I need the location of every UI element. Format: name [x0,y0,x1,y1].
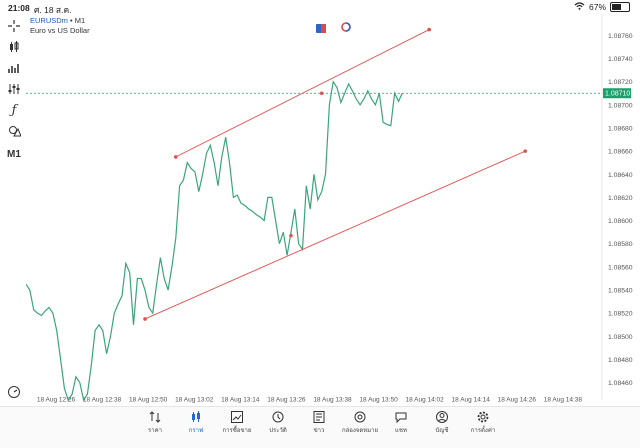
x-tick-label: 18 Aug 12:38 [83,397,122,404]
news-icon [313,411,325,423]
nav-mailbox[interactable]: กล่องจดหมาย [340,409,380,445]
settings-sliders-icon[interactable] [6,81,22,97]
nav-label: แชท [395,428,407,434]
y-tick-label: 1.08460 [608,380,633,387]
battery-icon [610,2,630,12]
nav-account[interactable]: บัญชี [422,409,462,445]
nav-label: ประวัติ [269,428,287,434]
x-tick-label: 18 Aug 13:38 [313,397,352,404]
y-tick-label: 1.08660 [608,149,633,156]
timeframe-label[interactable]: M1 [6,146,22,162]
x-tick-label: 18 Aug 13:26 [267,397,306,404]
crosshair-icon[interactable] [6,18,22,34]
settings-icon [477,411,489,423]
nav-label: บัญชี [435,428,449,434]
y-tick-label: 1.08680 [608,125,633,132]
y-tick-label: 1.08740 [608,56,633,63]
x-tick-label: 18 Aug 13:14 [221,397,260,404]
chart-icon [192,411,200,422]
x-tick-label: 18 Aug 13:02 [175,397,214,404]
nav-label: กราฟ [188,428,204,434]
channel-anchor-point[interactable] [427,27,432,32]
nav-label: การตั้งค่า [470,428,496,434]
account-icon [436,411,448,423]
nav-label: การซื้อขาย [222,428,252,434]
current-price-tag: 1.08710 [603,88,631,99]
channel-lines[interactable] [143,27,527,321]
y-tick-label: 1.08600 [608,218,633,225]
nav-settings[interactable]: การตั้งค่า [463,409,503,445]
objects-icon[interactable] [6,123,22,139]
y-tick-label: 1.08520 [608,311,633,318]
y-tick-label: 1.08540 [608,288,633,295]
y-tick-label: 1.08560 [608,264,633,271]
nav-history[interactable]: ประวัติ [258,409,298,445]
channel-anchor-point[interactable] [289,233,293,238]
nav-label: ราคา [148,428,162,434]
channel-anchor-point[interactable] [319,91,324,96]
function-icon[interactable]: ƒ [6,102,22,118]
y-tick-label: 1.08480 [608,357,633,364]
y-tick-label: 1.08720 [608,79,633,86]
nav-label: ข่าว [313,428,325,434]
x-tick-label: 18 Aug 14:14 [452,397,491,404]
history-icon [272,411,284,423]
nav-quotes[interactable]: ราคา [135,409,175,445]
battery-percent: 67% [588,2,606,12]
y-tick-label: 1.08760 [608,33,633,40]
nav-chat[interactable]: แชท [381,409,421,445]
y-tick-label: 1.08700 [608,102,633,109]
trade-icon [231,411,243,423]
y-tick-label: 1.08640 [608,172,633,179]
y-tick-label: 1.08620 [608,195,633,202]
price-chart[interactable]: 18 Aug 12:26 18 Aug 12:38 18 Aug 12:50 18 A… [26,14,640,406]
channel-anchor-point[interactable] [143,317,147,321]
x-tick-label: 18 Aug 14:38 [544,397,583,404]
wifi-icon [574,2,585,12]
indicators-icon[interactable] [6,60,22,76]
mailbox-icon [354,411,366,423]
speedometer-icon[interactable] [6,384,22,400]
price-series-line [26,80,403,402]
channel-anchor-point[interactable] [523,149,527,153]
quotes-icon [149,411,161,423]
chart-toolbar: ƒ M1 [0,14,26,418]
x-tick-label: 18 Aug 12:50 [129,397,168,404]
candles-icon[interactable] [6,39,22,55]
nav-chart[interactable]: กราฟ [176,409,216,445]
status-bar: 21:08 ศ. 18 ส.ค. 67% [0,0,640,15]
chat-icon [395,412,407,424]
x-tick-label: 18 Aug 14:26 [498,397,537,404]
y-tick-label: 1.08500 [608,334,633,341]
nav-news[interactable]: ข่าว [299,409,339,445]
status-time: 21:08 [8,3,30,13]
nav-label: กล่องจดหมาย [341,428,379,434]
nav-trade[interactable]: การซื้อขาย [217,409,257,445]
current-price-label: 1.08710 [605,91,630,98]
channel-anchor-point[interactable] [173,155,178,159]
x-tick-label: 18 Aug 13:50 [359,397,398,404]
bottom-navigation: ราคา กราฟ การซื้อขาย ประวัติ ข่าว กล่องจดหมาย… [0,406,640,448]
y-tick-label: 1.08580 [608,241,633,248]
x-tick-label: 18 Aug 14:02 [405,397,444,404]
